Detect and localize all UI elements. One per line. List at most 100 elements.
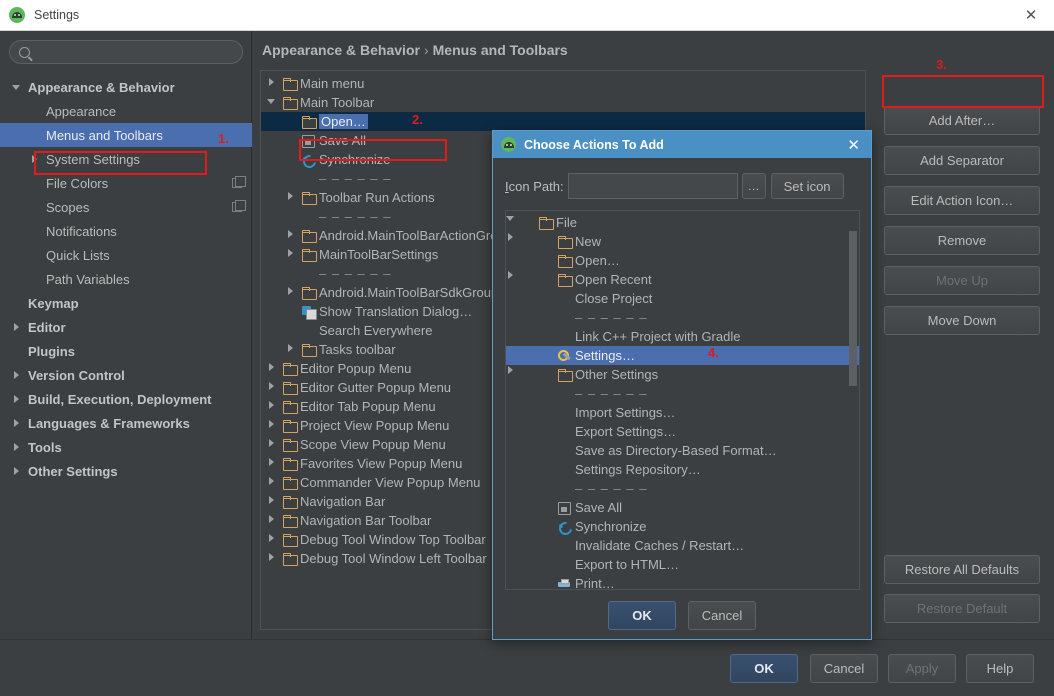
move-up-button: Move Up [884, 266, 1040, 295]
chevron-right-icon[interactable] [12, 394, 23, 405]
chevron-right-icon[interactable] [286, 191, 299, 204]
ok-button-main[interactable]: OK [730, 654, 798, 683]
ok-button-dialog[interactable]: OK [608, 601, 676, 630]
chevron-right-icon[interactable] [267, 438, 280, 451]
chevron-right-icon[interactable] [267, 457, 280, 470]
chevron-right-icon[interactable] [267, 419, 280, 432]
chevron-right-icon[interactable] [286, 229, 299, 242]
search-input[interactable] [36, 42, 231, 62]
help-button-main[interactable]: Help [966, 654, 1034, 683]
chevron-right-icon[interactable] [30, 154, 41, 165]
tree-item-print[interactable]: Print… [506, 574, 859, 589]
sidebar-item-tools[interactable]: Tools [0, 435, 252, 459]
sidebar-item-build-execution-deployment[interactable]: Build, Execution, Deployment [0, 387, 252, 411]
folder-icon [302, 116, 317, 129]
tree-separator: ‒ ‒ ‒ ‒ ‒ ‒ [506, 384, 859, 403]
sidebar-item-editor[interactable]: Editor [0, 315, 252, 339]
sidebar-item-notifications[interactable]: Notifications [0, 219, 252, 243]
tree-item-main-menu[interactable]: Main menu [261, 74, 865, 93]
move-down-button[interactable]: Move Down [884, 306, 1040, 335]
tree-item-synchronize[interactable]: Synchronize [506, 517, 859, 536]
chevron-right-icon[interactable] [267, 381, 280, 394]
chevron-right-icon[interactable] [12, 370, 23, 381]
sidebar-item-keymap[interactable]: Keymap [0, 291, 252, 315]
tree-item-label: Editor Gutter Popup Menu [300, 380, 452, 395]
chevron-down-icon[interactable] [267, 96, 280, 109]
sidebar-item-appearance[interactable]: Appearance [0, 99, 252, 123]
chevron-right-icon[interactable] [286, 286, 299, 299]
sidebar-item-quick-lists[interactable]: Quick Lists [0, 243, 252, 267]
browse-icon-button[interactable]: … [741, 173, 766, 199]
chevron-right-icon[interactable] [286, 343, 299, 356]
sidebar-item-languages-frameworks[interactable]: Languages & Frameworks [0, 411, 252, 435]
sidebar-item-menus-and-toolbars[interactable]: Menus and Toolbars [0, 123, 252, 147]
sidebar-item-file-colors[interactable]: File Colors [0, 171, 252, 195]
tree-item-export-settings[interactable]: Export Settings… [506, 422, 859, 441]
tree-item-main-toolbar[interactable]: Main Toolbar [261, 93, 865, 112]
close-icon[interactable]: ✕ [847, 136, 860, 154]
tree-item-other-settings[interactable]: Other Settings [506, 365, 859, 384]
sidebar-item-version-control[interactable]: Version Control [0, 363, 252, 387]
chevron-right-icon[interactable] [286, 248, 299, 261]
tree-item-close-project[interactable]: Close Project [506, 289, 859, 308]
sidebar-item-other-settings[interactable]: Other Settings [0, 459, 252, 483]
chevron-right-icon[interactable] [267, 552, 280, 565]
set-icon-button[interactable]: Set icon [770, 173, 844, 199]
chevron-right-icon[interactable] [12, 418, 23, 429]
icon-path-input[interactable] [567, 173, 738, 199]
sidebar-search[interactable] [9, 40, 243, 64]
sidebar-item-path-variables[interactable]: Path Variables [0, 267, 252, 291]
breadcrumb-root[interactable]: Appearance & Behavior [262, 42, 420, 58]
actions-tree-scrollbar[interactable] [849, 231, 857, 386]
sidebar-item-label: Appearance [46, 103, 117, 119]
folder-icon [539, 217, 554, 230]
edit-action-icon-button[interactable]: Edit Action Icon… [884, 186, 1040, 215]
tree-item-settings[interactable]: Settings… [506, 346, 859, 365]
chevron-right-icon[interactable] [12, 322, 23, 333]
restore-all-defaults-button[interactable]: Restore All Defaults [884, 555, 1040, 584]
copy-icon[interactable] [232, 200, 246, 212]
chevron-right-icon[interactable] [267, 495, 280, 508]
separator-label: ‒ ‒ ‒ ‒ ‒ ‒ [575, 310, 648, 325]
actions-tree[interactable]: File New Open… Open Recent Close Project ‒ ‒ … [505, 210, 860, 590]
remove-button[interactable]: Remove [884, 226, 1040, 255]
tree-item-open[interactable]: Open… [261, 112, 865, 131]
chevron-right-icon[interactable] [267, 533, 280, 546]
tree-item-link-c-project-with-gradle[interactable]: Link C++ Project with Gradle [506, 327, 859, 346]
sidebar-item-scopes[interactable]: Scopes [0, 195, 252, 219]
tree-item-export-to-html[interactable]: Export to HTML… [506, 555, 859, 574]
tree-item-label: File [556, 215, 577, 230]
tree-item-invalidate-caches-restart[interactable]: Invalidate Caches / Restart… [506, 536, 859, 555]
tree-item-import-settings[interactable]: Import Settings… [506, 403, 859, 422]
close-icon[interactable]: ✕ [1008, 0, 1054, 30]
chevron-right-icon[interactable] [267, 514, 280, 527]
add-after-button[interactable]: Add After… [884, 106, 1040, 135]
tree-item-label: Main Toolbar [300, 95, 375, 110]
add-separator-button[interactable]: Add Separator [884, 146, 1040, 175]
chevron-right-icon[interactable] [267, 362, 280, 375]
sidebar-item-appearance-behavior[interactable]: Appearance & Behavior [0, 75, 252, 99]
sidebar-item-system-settings[interactable]: System Settings [0, 147, 252, 171]
tree-item-open-recent[interactable]: Open Recent [506, 270, 859, 289]
tree-item-save-as-directory-based-format[interactable]: Save as Directory-Based Format… [506, 441, 859, 460]
copy-icon[interactable] [232, 176, 246, 188]
tree-item-open[interactable]: Open… [506, 251, 859, 270]
cancel-button-dialog[interactable]: Cancel [688, 601, 756, 630]
icon-path-row: Icon Path: … Set icon [505, 173, 844, 199]
chevron-right-icon[interactable] [12, 466, 23, 477]
tree-item-new[interactable]: New [506, 232, 859, 251]
separator-label: ‒ ‒ ‒ ‒ ‒ ‒ [319, 209, 392, 224]
chevron-down-icon[interactable] [12, 82, 23, 93]
sidebar-item-plugins[interactable]: Plugins [0, 339, 252, 363]
tree-item-settings-repository[interactable]: Settings Repository… [506, 460, 859, 479]
tree-item-file[interactable]: File [506, 213, 859, 232]
chevron-right-icon[interactable] [12, 442, 23, 453]
chevron-right-icon[interactable] [267, 400, 280, 413]
chevron-right-icon[interactable] [267, 476, 280, 489]
chevron-right-icon[interactable] [267, 77, 280, 90]
tree-item-label: Synchronize [319, 152, 391, 167]
tree-item-save-all[interactable]: Save All [506, 498, 859, 517]
folder-icon [283, 382, 298, 395]
cancel-button-main[interactable]: Cancel [810, 654, 878, 683]
